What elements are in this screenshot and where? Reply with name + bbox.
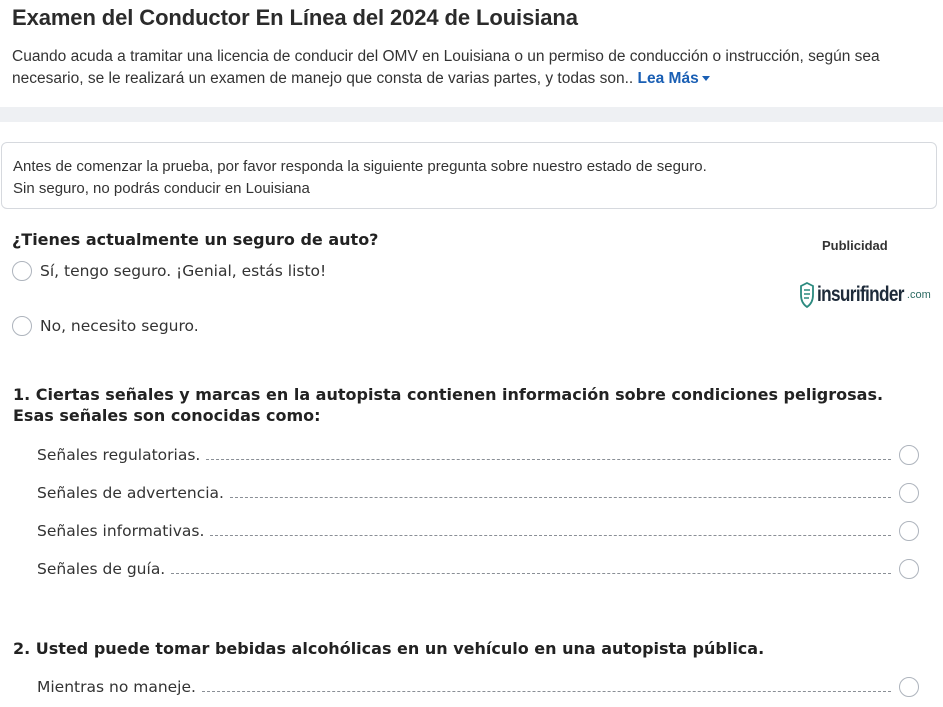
question-2-title: 2. Usted puede tomar bebidas alcohólicas… bbox=[13, 639, 765, 658]
insurance-notice: Antes de comenzar la prueba, por favor r… bbox=[1, 142, 937, 209]
radio-button[interactable] bbox=[899, 483, 919, 503]
dotted-leader bbox=[206, 458, 891, 460]
question-1-title: 1. Ciertas señales y marcas en la autopi… bbox=[13, 385, 884, 425]
shield-icon bbox=[800, 282, 814, 308]
answer-option[interactable]: Señales regulatorias. bbox=[37, 444, 919, 466]
answer-option[interactable]: Señales informativas. bbox=[37, 520, 919, 542]
dotted-leader bbox=[229, 496, 891, 498]
insurance-question: ¿Tienes actualmente un seguro de auto? bbox=[12, 230, 379, 249]
dotted-leader bbox=[210, 534, 891, 536]
ad-logo-text: insurifinder bbox=[817, 283, 905, 306]
answer-label: Señales de guía. bbox=[37, 560, 166, 578]
radio-button[interactable] bbox=[12, 316, 32, 336]
notice-line-2: Sin seguro, no podrás conducir en Louisi… bbox=[13, 180, 310, 197]
insurance-option-no[interactable]: No, necesito seguro. bbox=[12, 316, 199, 336]
read-more-label: Lea Más bbox=[637, 70, 699, 87]
radio-button[interactable] bbox=[12, 261, 32, 281]
radio-button[interactable] bbox=[899, 521, 919, 541]
answer-option[interactable]: Mientras no maneje. bbox=[37, 676, 919, 698]
insurance-option-yes[interactable]: Sí, tengo seguro. ¡Genial, estás listo! bbox=[12, 261, 326, 281]
page-title: Examen del Conductor En Línea del 2024 d… bbox=[12, 5, 578, 30]
radio-button[interactable] bbox=[899, 445, 919, 465]
answer-label: Mientras no maneje. bbox=[37, 678, 196, 696]
answer-option[interactable]: Señales de advertencia. bbox=[37, 482, 919, 504]
intro-text: Cuando acuda a tramitar una licencia de … bbox=[12, 46, 927, 90]
answer-label: Señales de advertencia. bbox=[37, 484, 224, 502]
dotted-leader bbox=[201, 690, 891, 692]
radio-button[interactable] bbox=[899, 677, 919, 697]
ad-logo-suffix: .com bbox=[906, 289, 931, 301]
notice-line-1: Antes de comenzar la prueba, por favor r… bbox=[13, 158, 707, 175]
dotted-leader bbox=[171, 572, 891, 574]
option-label: Sí, tengo seguro. ¡Genial, estás listo! bbox=[40, 262, 327, 280]
section-divider bbox=[0, 107, 943, 122]
caret-down-icon bbox=[701, 76, 710, 82]
intro-body: Cuando acuda a tramitar una licencia de … bbox=[12, 48, 880, 87]
insurifinder-ad[interactable]: insurifinder .com bbox=[800, 282, 931, 308]
answer-label: Señales informativas. bbox=[37, 522, 205, 540]
read-more-link[interactable]: Lea Más bbox=[638, 70, 710, 87]
radio-button[interactable] bbox=[899, 559, 919, 579]
answer-option[interactable]: Señales de guía. bbox=[37, 558, 919, 580]
answer-label: Señales regulatorias. bbox=[37, 446, 201, 464]
ad-label: Publicidad bbox=[822, 238, 888, 253]
option-label: No, necesito seguro. bbox=[40, 317, 199, 335]
